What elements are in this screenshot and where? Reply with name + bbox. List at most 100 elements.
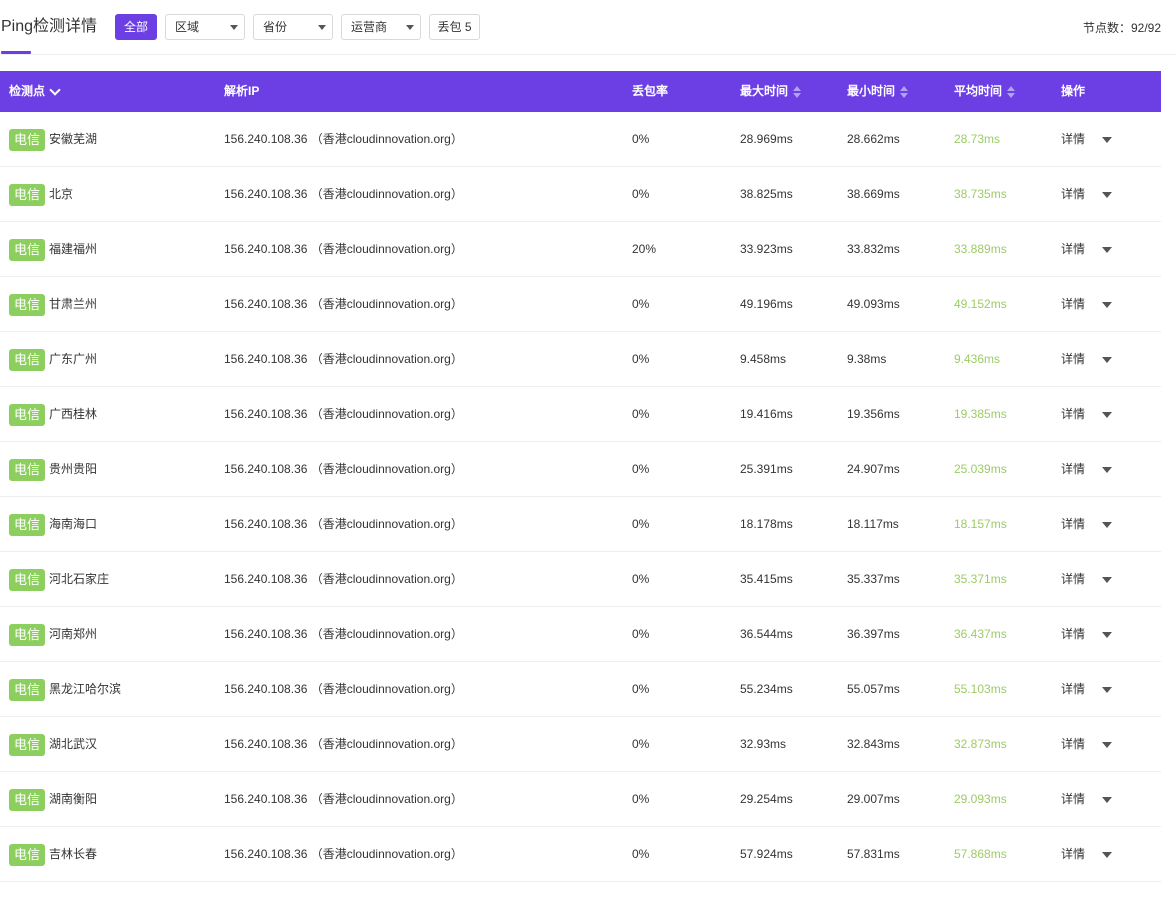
table-row: 电信 甘肃兰州 156.240.108.36 （香港cloudinnovatio… — [0, 277, 1161, 332]
isp-tag: 电信 — [9, 239, 46, 261]
location-text: 福建福州 — [49, 242, 98, 256]
sort-icon[interactable] — [793, 85, 802, 99]
details-link[interactable]: 详情 — [1061, 772, 1085, 827]
avg-time-text: 29.093ms — [954, 792, 1007, 806]
node-count: 节点数：92/92 — [1082, 21, 1161, 35]
max-time-text: 57.924ms — [740, 847, 793, 861]
avg-time-text: 36.437ms — [954, 627, 1007, 641]
location-text: 海南海口 — [49, 517, 98, 531]
min-time-text: 55.057ms — [847, 682, 900, 696]
sort-icon[interactable] — [900, 85, 909, 99]
expand-caret-icon[interactable] — [1102, 577, 1112, 583]
details-link[interactable]: 详情 — [1061, 552, 1085, 607]
min-time-text: 32.843ms — [847, 737, 900, 751]
sort-icon[interactable] — [1007, 85, 1016, 99]
expand-caret-icon[interactable] — [1102, 797, 1112, 803]
details-link[interactable]: 详情 — [1061, 387, 1085, 442]
expand-caret-icon[interactable] — [1102, 412, 1112, 418]
isp-tag: 电信 — [9, 569, 46, 591]
avg-time-text: 57.868ms — [954, 847, 1007, 861]
location-text: 甘肃兰州 — [49, 297, 98, 311]
avg-time-text: 9.436ms — [954, 352, 1001, 366]
details-link[interactable]: 详情 — [1061, 222, 1085, 277]
expand-caret-icon[interactable] — [1102, 467, 1112, 473]
chevron-down-icon — [318, 25, 326, 30]
resolved-ip-text: 156.240.108.36 （香港cloudinnovation.org） — [224, 352, 463, 366]
table-row: 电信 河南郑州 156.240.108.36 （香港cloudinnovatio… — [0, 607, 1161, 662]
details-link[interactable]: 详情 — [1061, 662, 1085, 717]
resolved-ip-text: 156.240.108.36 （香港cloudinnovation.org） — [224, 792, 463, 806]
location-text: 安徽芜湖 — [49, 132, 98, 146]
province-select[interactable]: 省份 — [253, 14, 333, 40]
column-header-min-label: 最小时间 — [847, 84, 896, 98]
details-link[interactable]: 详情 — [1061, 332, 1085, 387]
chevron-down-icon — [230, 25, 238, 30]
column-header-min[interactable]: 最小时间 — [847, 71, 909, 112]
resolved-ip-text: 156.240.108.36 （香港cloudinnovation.org） — [224, 242, 463, 256]
expand-caret-icon[interactable] — [1102, 137, 1112, 143]
expand-caret-icon[interactable] — [1102, 192, 1112, 198]
column-header-loss: 丢包率 — [632, 71, 668, 112]
max-time-text: 38.825ms — [740, 187, 793, 201]
details-link[interactable]: 详情 — [1061, 442, 1085, 497]
chevron-down-icon — [406, 25, 414, 30]
column-header-action-label: 操作 — [1061, 84, 1086, 98]
min-time-text: 19.356ms — [847, 407, 900, 421]
table-header: 检测点 解析IP 丢包率 最大时间 最小时间 平均时间 操作 — [0, 71, 1161, 112]
location-text: 湖北武汉 — [49, 737, 98, 751]
resolved-ip-text: 156.240.108.36 （香港cloudinnovation.org） — [224, 847, 463, 861]
isp-tag: 电信 — [9, 404, 46, 426]
details-link[interactable]: 详情 — [1061, 717, 1085, 772]
table-row: 电信 河北石家庄 156.240.108.36 （香港cloudinnovati… — [0, 552, 1161, 607]
isp-tag: 电信 — [9, 679, 46, 701]
details-link[interactable]: 详情 — [1061, 167, 1085, 222]
title-underline — [1, 51, 31, 54]
column-header-node-label: 检测点 — [9, 84, 46, 98]
max-time-text: 49.196ms — [740, 297, 793, 311]
details-link[interactable]: 详情 — [1061, 112, 1085, 167]
filter-all-button[interactable]: 全部 — [115, 14, 157, 40]
expand-caret-icon[interactable] — [1102, 742, 1112, 748]
avg-time-text: 33.889ms — [954, 242, 1007, 256]
packet-loss-text: 0% — [632, 517, 650, 531]
column-header-max[interactable]: 最大时间 — [740, 71, 802, 112]
details-link[interactable]: 详情 — [1061, 497, 1085, 552]
column-header-avg[interactable]: 平均时间 — [954, 71, 1016, 112]
chevron-down-icon — [49, 83, 61, 96]
table-row: 电信 海南海口 156.240.108.36 （香港cloudinnovatio… — [0, 497, 1161, 552]
expand-caret-icon[interactable] — [1102, 357, 1112, 363]
avg-time-text: 38.735ms — [954, 187, 1007, 201]
details-link[interactable]: 详情 — [1061, 277, 1085, 332]
packet-loss-text: 0% — [632, 682, 650, 696]
details-link[interactable]: 详情 — [1061, 607, 1085, 662]
packet-loss-text: 0% — [632, 407, 650, 421]
resolved-ip-text: 156.240.108.36 （香港cloudinnovation.org） — [224, 517, 463, 531]
location-text: 湖南衡阳 — [49, 792, 98, 806]
location-text: 广西桂林 — [49, 407, 98, 421]
table-row: 电信 湖南衡阳 156.240.108.36 （香港cloudinnovatio… — [0, 772, 1161, 827]
location-text: 吉林长春 — [49, 847, 98, 861]
expand-caret-icon[interactable] — [1102, 247, 1112, 253]
region-select[interactable]: 区域 — [165, 14, 245, 40]
isp-select[interactable]: 运营商 — [341, 14, 421, 40]
column-header-node[interactable]: 检测点 — [9, 71, 61, 112]
isp-tag: 电信 — [9, 459, 46, 481]
min-time-text: 35.337ms — [847, 572, 900, 586]
isp-tag: 电信 — [9, 514, 46, 536]
min-time-text: 49.093ms — [847, 297, 900, 311]
expand-caret-icon[interactable] — [1102, 852, 1112, 858]
expand-caret-icon[interactable] — [1102, 687, 1112, 693]
expand-caret-icon[interactable] — [1102, 632, 1112, 638]
packet-loss-filter-button[interactable]: 丢包 5 — [429, 14, 480, 40]
packet-loss-text: 0% — [632, 297, 650, 311]
min-time-text: 9.38ms — [847, 352, 887, 366]
details-link[interactable]: 详情 — [1061, 827, 1085, 882]
min-time-text: 33.832ms — [847, 242, 900, 256]
expand-caret-icon[interactable] — [1102, 522, 1112, 528]
packet-loss-text: 0% — [632, 792, 650, 806]
max-time-text: 33.923ms — [740, 242, 793, 256]
table-row: 电信 黑龙江哈尔滨 156.240.108.36 （香港cloudinnovat… — [0, 662, 1161, 717]
max-time-text: 19.416ms — [740, 407, 793, 421]
expand-caret-icon[interactable] — [1102, 302, 1112, 308]
column-header-max-label: 最大时间 — [740, 84, 789, 98]
